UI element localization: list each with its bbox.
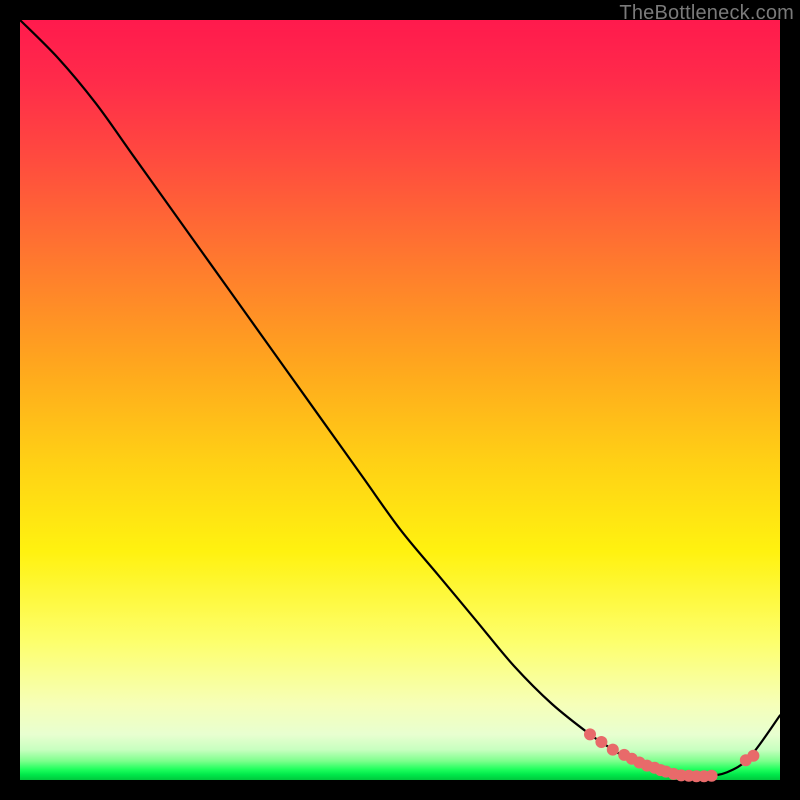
marker-group xyxy=(584,728,759,782)
curve-marker xyxy=(595,736,607,748)
bottleneck-curve xyxy=(20,20,780,776)
curve-overlay xyxy=(20,20,780,780)
curve-marker xyxy=(706,770,718,782)
curve-marker xyxy=(607,744,619,756)
figure-canvas: TheBottleneck.com xyxy=(0,0,800,800)
watermark-text: TheBottleneck.com xyxy=(619,2,794,25)
curve-marker xyxy=(747,750,759,762)
curve-marker xyxy=(584,728,596,740)
